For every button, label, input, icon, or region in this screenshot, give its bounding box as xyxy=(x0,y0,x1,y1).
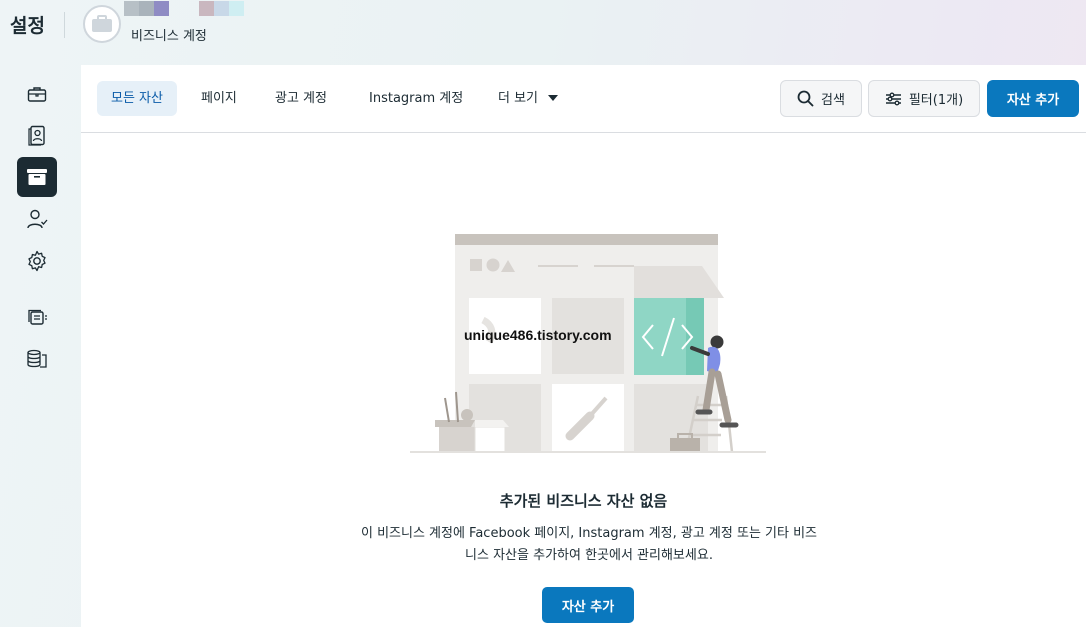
empty-state-add-asset-button[interactable]: 자산 추가 xyxy=(542,587,634,623)
swatch xyxy=(214,1,229,16)
rail-item-data-sources[interactable] xyxy=(17,339,57,379)
rail-item-business[interactable] xyxy=(17,74,57,114)
empty-state-title: 추가된 비즈니스 자산 없음 xyxy=(499,492,668,510)
empty-state-illustration xyxy=(410,234,766,453)
swatch xyxy=(169,1,184,16)
caret-down-icon xyxy=(548,94,559,101)
filter-button[interactable]: 필터(1개) xyxy=(868,80,980,117)
main-panel: 모든 자산 페이지 광고 계정 Instagram 계정 더 보기 검색 필터(… xyxy=(81,65,1086,627)
briefcase-icon xyxy=(92,15,112,32)
swatch xyxy=(154,1,169,16)
swatch xyxy=(199,1,214,16)
rail-item-permissions[interactable] xyxy=(17,199,57,239)
person-check-icon xyxy=(27,209,48,229)
add-asset-button[interactable]: 자산 추가 xyxy=(987,80,1079,117)
rail-item-accounts[interactable] xyxy=(17,297,57,337)
database-icon xyxy=(27,349,47,368)
swatch xyxy=(139,1,154,16)
filter-button-label: 필터(1개) xyxy=(908,93,964,108)
tab-ad-accounts[interactable]: 광고 계정 xyxy=(261,81,341,116)
briefcase-icon xyxy=(27,87,47,102)
rail-item-settings[interactable] xyxy=(17,241,57,281)
search-button-label: 검색 xyxy=(821,93,845,108)
account-name: 비즈니스 계정 xyxy=(131,29,207,44)
page-title: 설정 xyxy=(10,15,45,37)
sliders-icon xyxy=(885,92,901,105)
swatch xyxy=(124,1,139,16)
rail-item-users[interactable] xyxy=(17,116,57,156)
divider xyxy=(64,12,65,38)
account-avatar[interactable] xyxy=(83,5,121,43)
asset-tab-bar: 모든 자산 페이지 광고 계정 Instagram 계정 더 보기 검색 필터(… xyxy=(81,65,1086,133)
tab-more-label: 더 보기 xyxy=(498,91,539,106)
left-rail xyxy=(0,62,80,627)
tab-all-assets[interactable]: 모든 자산 xyxy=(97,81,177,116)
description-line-2: 니스 자산을 추가하여 한곳에서 관리해보세요. xyxy=(465,548,713,563)
rail-item-assets[interactable] xyxy=(17,157,57,197)
tab-instagram-accounts[interactable]: Instagram 계정 xyxy=(355,81,477,116)
stacked-pages-icon xyxy=(28,309,47,325)
swatch xyxy=(229,1,244,16)
account-swatches xyxy=(124,1,244,16)
swatch xyxy=(184,1,199,16)
gear-icon xyxy=(28,250,46,272)
empty-state-description: 이 비즈니스 계정에 Facebook 페이지, Instagram 계정, 광… xyxy=(334,523,844,567)
search-icon xyxy=(797,90,814,107)
search-button[interactable]: 검색 xyxy=(780,80,862,117)
description-line-1: 이 비즈니스 계정에 Facebook 페이지, Instagram 계정, 광… xyxy=(360,526,818,541)
tab-pages[interactable]: 페이지 xyxy=(187,81,251,116)
user-card-icon xyxy=(28,125,45,146)
top-bar: 설정 비즈니스 계정 xyxy=(0,0,1086,62)
archive-icon xyxy=(27,169,47,185)
watermark-text: unique486.tistory.com xyxy=(464,327,612,343)
tab-more[interactable]: 더 보기 xyxy=(484,81,572,116)
